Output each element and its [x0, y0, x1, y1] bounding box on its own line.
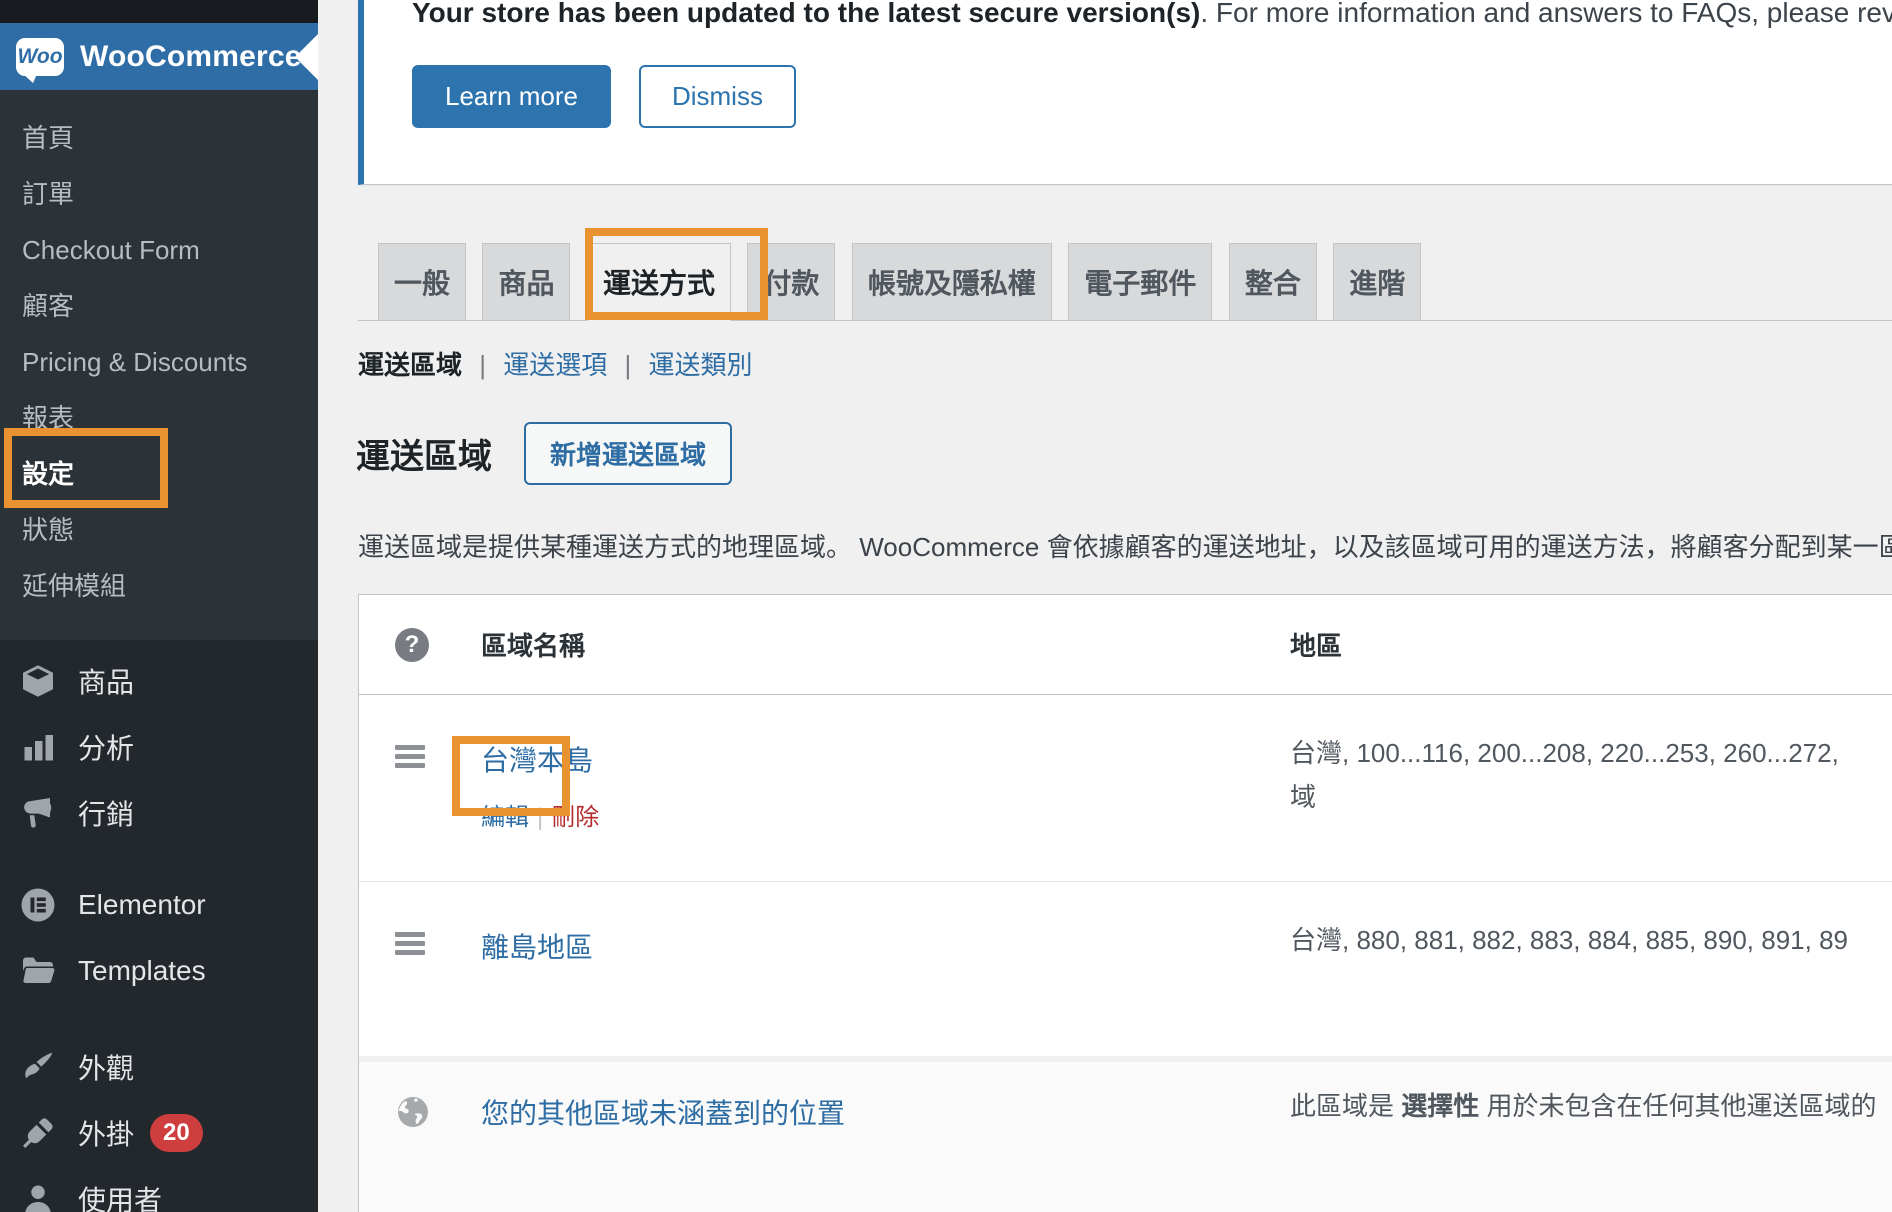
region-text-prefix: 此區域是	[1290, 1091, 1401, 1121]
delete-zone-link[interactable]: 刪除	[551, 804, 599, 831]
admin-sidebar: Woo WooCommerce 首頁 訂單 Checkout Form 顧客 P…	[0, 0, 318, 1212]
sidebar-item-orders[interactable]: 訂單	[0, 166, 318, 222]
sidebar-item-woocommerce[interactable]: Woo WooCommerce	[0, 23, 318, 90]
settings-tab-bar: 一般 商品 運送方式 付款 帳號及隱私權 電子郵件 整合 進階	[358, 243, 1892, 321]
dismiss-button[interactable]: Dismiss	[639, 65, 796, 128]
tab-emails[interactable]: 電子郵件	[1068, 243, 1212, 320]
page-title: 運送區域	[356, 429, 492, 478]
products-box-icon	[18, 661, 58, 701]
sidebar-item-label: 外觀	[78, 1047, 134, 1087]
table-row-locations-not-covered: 您的其他區域未涵蓋到的位置 此區域是 選擇性 用於未包含在任何其他運送區域的	[359, 1056, 1892, 1212]
column-header-region: 地區	[1251, 626, 1892, 663]
zone-region-text: 台灣, 100...116, 200...208, 220...253, 260…	[1290, 739, 1892, 767]
help-icon[interactable]: ?	[395, 628, 429, 662]
woocommerce-logo-icon: Woo	[16, 38, 64, 76]
zone-link-locations-not-covered[interactable]: 您的其他區域未涵蓋到的位置	[481, 1098, 845, 1129]
column-header-zone-name: 區域名稱	[481, 626, 1251, 663]
drag-handle-icon[interactable]	[395, 932, 425, 955]
shipping-subnav: 運送區域 | 運送選項 | 運送類別	[358, 345, 1892, 382]
zone-region-text: 台灣, 880, 881, 882, 883, 884, 885, 890, 8…	[1290, 926, 1892, 954]
table-row: 台灣本島 編輯 | 刪除 台灣, 100...116, 200...208, 220…	[359, 695, 1892, 882]
users-person-icon	[18, 1179, 58, 1212]
marketing-megaphone-icon	[18, 793, 58, 833]
notice-text-rest: . For more information and answers to FA…	[1200, 0, 1892, 28]
sidebar-item-analytics[interactable]: 分析	[0, 714, 318, 780]
update-notice: Your store has been updated to the lates…	[358, 0, 1892, 185]
drag-handle-icon[interactable]	[395, 745, 425, 768]
tab-shipping[interactable]: 運送方式	[587, 243, 731, 321]
tab-accounts-privacy[interactable]: 帳號及隱私權	[852, 243, 1052, 320]
globe-icon	[395, 1117, 431, 1134]
actions-separator: |	[537, 804, 543, 831]
sidebar-item-extensions[interactable]: 延伸模組	[0, 558, 318, 614]
zone-link-taiwan-main[interactable]: 台灣本島	[481, 745, 593, 776]
sidebar-item-appearance[interactable]: 外觀	[0, 1034, 318, 1100]
admin-bar-strip	[0, 0, 318, 23]
current-menu-arrow-icon	[295, 34, 318, 80]
sidebar-item-status[interactable]: 狀態	[0, 502, 318, 558]
templates-folder-icon	[18, 951, 58, 991]
sidebar-item-marketing[interactable]: 行銷	[0, 780, 318, 846]
sidebar-item-plugins[interactable]: 外掛 20	[0, 1100, 318, 1166]
admin-main-menu: 商品 分析 行銷 Elementor Templates	[0, 640, 318, 1212]
zone-region-text: 此區域是 選擇性 用於未包含在任何其他運送區域的	[1290, 1092, 1892, 1120]
region-text-suffix: 用於未包含在任何其他運送區域的	[1479, 1091, 1876, 1121]
sidebar-item-home[interactable]: 首頁	[0, 110, 318, 166]
shipping-zones-table: ? 區域名稱 地區 台灣本島 編輯 | 刪除 台灣, 100...116, 200.…	[358, 594, 1892, 1212]
notice-text-bold: Your store has been updated to the lates…	[412, 0, 1200, 28]
add-shipping-zone-button[interactable]: 新增運送區域	[524, 422, 732, 485]
sidebar-item-elementor[interactable]: Elementor	[0, 872, 318, 938]
woocommerce-submenu: 首頁 訂單 Checkout Form 顧客 Pricing & Discoun…	[0, 90, 318, 640]
sidebar-item-label: 行銷	[78, 793, 134, 833]
table-header-row: ? 區域名稱 地區	[359, 595, 1892, 695]
sidebar-item-pricing-discounts[interactable]: Pricing & Discounts	[0, 334, 318, 390]
tab-advanced[interactable]: 進階	[1333, 243, 1421, 320]
sidebar-item-label: Elementor	[78, 889, 206, 921]
notice-text: Your store has been updated to the lates…	[412, 0, 1892, 31]
sidebar-item-label: Templates	[78, 955, 206, 987]
sidebar-item-label: 分析	[78, 727, 134, 767]
learn-more-button[interactable]: Learn more	[412, 65, 611, 128]
zone-link-outlying-islands[interactable]: 離島地區	[481, 932, 593, 963]
woocommerce-menu-title: WooCommerce	[80, 40, 302, 74]
table-row: 離島地區 台灣, 880, 881, 882, 883, 884, 885, 8…	[359, 882, 1892, 1056]
tab-products[interactable]: 商品	[482, 243, 570, 320]
sidebar-item-products[interactable]: 商品	[0, 648, 318, 714]
sidebar-item-checkout-form[interactable]: Checkout Form	[0, 222, 318, 278]
analytics-bars-icon	[18, 727, 58, 767]
elementor-icon	[18, 885, 58, 925]
subnav-shipping-options-link[interactable]: 運送選項	[503, 350, 607, 380]
sidebar-item-label: 商品	[78, 661, 134, 701]
tab-payments[interactable]: 付款	[747, 243, 835, 320]
region-text-bold: 選擇性	[1401, 1091, 1479, 1121]
shipping-zones-description: 運送區域是提供某種運送方式的地理區域。 WooCommerce 會依據顧客的運送…	[358, 527, 1892, 564]
sidebar-item-settings[interactable]: 設定	[0, 446, 318, 502]
tab-general[interactable]: 一般	[378, 243, 466, 320]
main-content: Your store has been updated to the lates…	[318, 0, 1892, 1212]
sidebar-item-customers[interactable]: 顧客	[0, 278, 318, 334]
sidebar-item-label: 使用者	[78, 1179, 162, 1212]
sidebar-item-users[interactable]: 使用者	[0, 1166, 318, 1212]
edit-zone-link[interactable]: 編輯	[481, 804, 529, 831]
sidebar-item-label: 外掛	[78, 1113, 134, 1153]
plugins-plug-icon	[18, 1113, 58, 1153]
subnav-shipping-zones: 運送區域	[358, 350, 462, 380]
subnav-separator: |	[625, 350, 632, 380]
appearance-brush-icon	[18, 1047, 58, 1087]
plugins-update-count-badge: 20	[150, 1114, 203, 1152]
sidebar-item-templates[interactable]: Templates	[0, 938, 318, 1004]
zone-region-text-line2: 域	[1290, 783, 1892, 811]
subnav-shipping-classes-link[interactable]: 運送類別	[649, 350, 753, 380]
tab-integration[interactable]: 整合	[1229, 243, 1317, 320]
sidebar-item-reports[interactable]: 報表	[0, 390, 318, 446]
subnav-separator: |	[479, 350, 486, 380]
